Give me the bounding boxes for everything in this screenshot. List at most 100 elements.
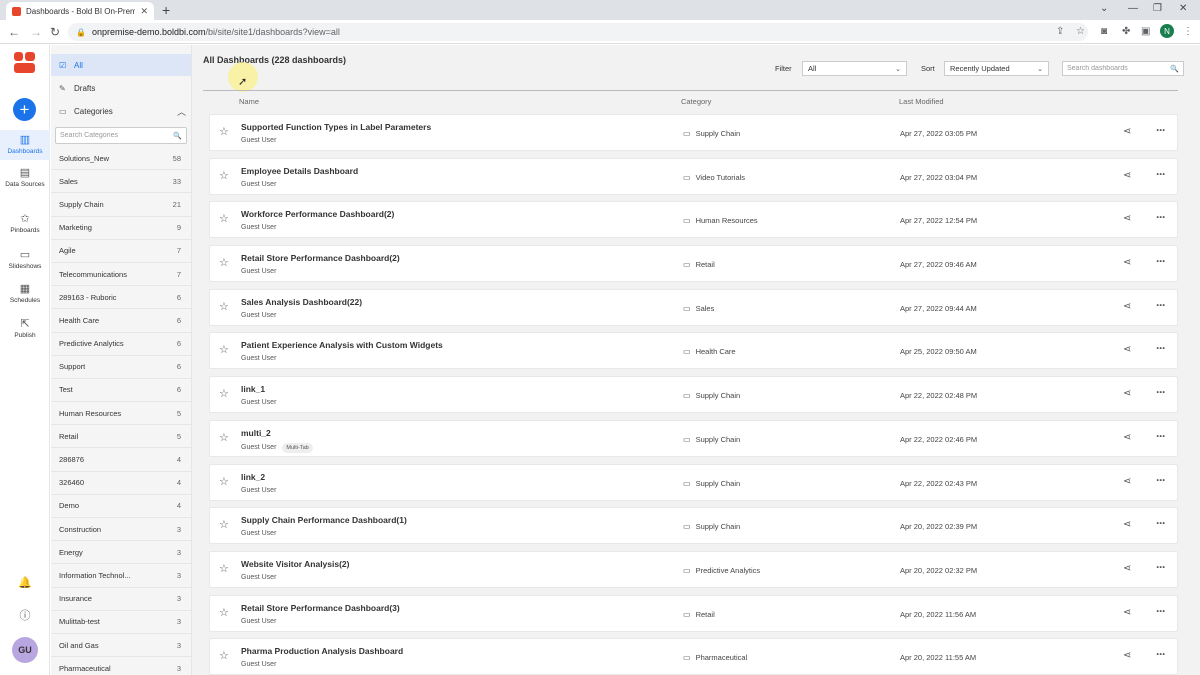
more-options-icon[interactable]: ··· bbox=[1156, 604, 1166, 618]
favorite-star-icon[interactable]: ☆ bbox=[219, 607, 229, 619]
category-item[interactable]: 326460 4 bbox=[51, 472, 191, 495]
nav-pinboards[interactable]: ✩ Pinboards bbox=[0, 212, 50, 234]
dashboard-name[interactable]: Pharma Production Analysis Dashboard bbox=[241, 646, 403, 656]
more-options-icon[interactable]: ··· bbox=[1156, 560, 1166, 574]
share-icon[interactable]: ⋖ bbox=[1123, 563, 1131, 574]
more-options-icon[interactable]: ··· bbox=[1156, 123, 1166, 137]
back-icon[interactable]: ← bbox=[8, 24, 20, 40]
dashboard-name[interactable]: Supply Chain Performance Dashboard(1) bbox=[241, 515, 407, 525]
share-icon[interactable]: ⋖ bbox=[1123, 432, 1131, 443]
share-page-icon[interactable]: ⇪ bbox=[1056, 26, 1064, 38]
nav-schedules[interactable]: ▦ Schedules bbox=[0, 282, 50, 304]
more-options-icon[interactable]: ··· bbox=[1156, 647, 1166, 661]
category-item[interactable]: Solutions_New 58 bbox=[51, 147, 191, 171]
share-icon[interactable]: ⋖ bbox=[1123, 607, 1131, 618]
category-item[interactable]: Test 6 bbox=[51, 379, 191, 403]
nav-dashboards[interactable]: ▥ Dashboards bbox=[0, 130, 50, 160]
filter-all[interactable]: ☑ All bbox=[51, 54, 191, 76]
more-options-icon[interactable]: ··· bbox=[1156, 167, 1166, 181]
favorite-star-icon[interactable]: ☆ bbox=[219, 650, 229, 662]
minimize-icon[interactable]: — bbox=[1128, 3, 1138, 14]
more-options-icon[interactable]: ··· bbox=[1156, 298, 1166, 312]
dashboard-name[interactable]: Employee Details Dashboard bbox=[241, 166, 358, 176]
share-icon[interactable]: ⋖ bbox=[1123, 213, 1131, 224]
dashboard-name[interactable]: Supported Function Types in Label Parame… bbox=[241, 122, 431, 132]
notification-bell-icon[interactable]: 🔔 bbox=[0, 576, 50, 589]
nav-publish[interactable]: ⇱ Publish bbox=[0, 317, 50, 339]
dashboard-row[interactable]: ☆ Retail Store Performance Dashboard(2) Gu… bbox=[209, 245, 1178, 283]
chevron-down-icon[interactable]: ⌄ bbox=[1100, 3, 1108, 14]
category-item[interactable]: Health Care 6 bbox=[51, 309, 191, 333]
browser-tab[interactable]: Dashboards - Bold BI On-Premise ✕ bbox=[6, 2, 154, 20]
category-item[interactable]: Human Resources 5 bbox=[51, 402, 191, 426]
column-header-last-modified[interactable]: Last Modified bbox=[899, 97, 944, 106]
profile-avatar[interactable]: N bbox=[1160, 24, 1174, 38]
extensions-icon[interactable]: ✤ bbox=[1122, 26, 1130, 38]
category-item[interactable]: Sales 33 bbox=[51, 170, 191, 194]
column-header-name[interactable]: Name bbox=[239, 97, 259, 106]
dashboard-name[interactable]: Website Visitor Analysis(2) bbox=[241, 559, 350, 569]
favorite-star-icon[interactable]: ☆ bbox=[219, 432, 229, 444]
share-icon[interactable]: ⋖ bbox=[1123, 301, 1131, 312]
close-window-icon[interactable]: ✕ bbox=[1179, 3, 1187, 14]
favorite-star-icon[interactable]: ☆ bbox=[219, 301, 229, 313]
create-new-button[interactable]: + bbox=[13, 98, 36, 121]
forward-icon[interactable]: → bbox=[30, 24, 42, 40]
more-options-icon[interactable]: ··· bbox=[1156, 516, 1166, 530]
nav-data-sources[interactable]: ▤ Data Sources bbox=[0, 166, 50, 188]
more-options-icon[interactable]: ··· bbox=[1156, 385, 1166, 399]
category-item[interactable]: Mulittab-test 3 bbox=[51, 611, 191, 634]
category-item[interactable]: 289163 - Ruboric 6 bbox=[51, 286, 191, 310]
dashboard-row[interactable]: ☆ Website Visitor Analysis(2) Guest User ▭ P… bbox=[209, 550, 1178, 588]
more-options-icon[interactable]: ··· bbox=[1156, 210, 1166, 224]
dashboard-row[interactable]: ☆ Retail Store Performance Dashboard(3) Gu… bbox=[209, 594, 1178, 632]
category-item[interactable]: Pharmaceutical 3 bbox=[51, 657, 191, 675]
share-icon[interactable]: ⋖ bbox=[1123, 650, 1131, 661]
dashboard-name[interactable]: link_1 bbox=[241, 384, 265, 394]
category-item[interactable]: Insurance 3 bbox=[51, 588, 191, 611]
menu-dots-icon[interactable]: ⋮ bbox=[1183, 26, 1193, 38]
category-item[interactable]: Oil and Gas 3 bbox=[51, 634, 191, 658]
filter-select[interactable]: All ⌄ bbox=[802, 61, 907, 76]
favorite-star-icon[interactable]: ☆ bbox=[219, 519, 229, 531]
dashboard-row[interactable]: ☆ Pharma Production Analysis Dashboard Gue… bbox=[209, 638, 1178, 675]
category-item[interactable]: Telecommunications 7 bbox=[51, 263, 191, 287]
bookmark-star-icon[interactable]: ☆ bbox=[1076, 26, 1085, 38]
share-icon[interactable]: ⋖ bbox=[1123, 344, 1131, 355]
dashboard-row[interactable]: ☆ link_1 Guest User ▭ Supply Chain Apr 22, 20… bbox=[209, 376, 1178, 414]
dashboard-name[interactable]: multi_2 bbox=[241, 428, 271, 438]
help-icon[interactable]: ⓘ bbox=[0, 607, 50, 623]
favorite-star-icon[interactable]: ☆ bbox=[219, 563, 229, 575]
category-item[interactable]: Marketing 9 bbox=[51, 217, 191, 240]
dashboard-row[interactable]: ☆ Supply Chain Performance Dashboard(1) Gu… bbox=[209, 507, 1178, 545]
sidepanel-icon[interactable]: ▣ bbox=[1141, 26, 1150, 38]
share-icon[interactable]: ⋖ bbox=[1123, 170, 1131, 181]
chevron-up-icon[interactable]: ︿ bbox=[177, 105, 186, 118]
dashboard-row[interactable]: ☆ link_2 Guest User ▭ Supply Chain Apr 22, 20… bbox=[209, 463, 1178, 501]
category-item[interactable]: Information Technol... 3 bbox=[51, 564, 191, 588]
filter-drafts[interactable]: ✎ Drafts bbox=[51, 77, 191, 99]
favorite-star-icon[interactable]: ☆ bbox=[219, 476, 229, 488]
dashboard-search-input[interactable] bbox=[1067, 65, 1171, 72]
category-item[interactable]: Retail 5 bbox=[51, 425, 191, 449]
category-item[interactable]: Energy 3 bbox=[51, 541, 191, 565]
favorite-star-icon[interactable]: ☆ bbox=[219, 344, 229, 356]
tab-close-icon[interactable]: ✕ bbox=[140, 6, 148, 17]
dashboard-row[interactable]: ☆ Patient Experience Analysis with Custom… bbox=[209, 332, 1178, 370]
dashboard-name[interactable]: Retail Store Performance Dashboard(2) bbox=[241, 253, 400, 263]
more-options-icon[interactable]: ··· bbox=[1156, 473, 1166, 487]
favorite-star-icon[interactable]: ☆ bbox=[219, 213, 229, 225]
new-tab-button[interactable]: + bbox=[162, 2, 170, 18]
favorite-star-icon[interactable]: ☆ bbox=[219, 170, 229, 182]
favorite-star-icon[interactable]: ☆ bbox=[219, 388, 229, 400]
dashboard-name[interactable]: Retail Store Performance Dashboard(3) bbox=[241, 603, 400, 613]
reload-icon[interactable]: ↻ bbox=[50, 24, 60, 40]
column-header-category[interactable]: Category bbox=[681, 97, 711, 106]
address-bar[interactable]: 🔒 onpremise-demo.boldbi.com/bi/site/site… bbox=[68, 23, 1088, 41]
more-options-icon[interactable]: ··· bbox=[1156, 429, 1166, 443]
category-item[interactable]: Supply Chain 21 bbox=[51, 193, 191, 217]
camera-icon[interactable]: ◙ bbox=[1101, 26, 1107, 38]
category-item[interactable]: Construction 3 bbox=[51, 518, 191, 542]
dashboard-name[interactable]: Sales Analysis Dashboard(22) bbox=[241, 297, 362, 307]
dashboard-row[interactable]: ☆ Supported Function Types in Label Param… bbox=[209, 114, 1178, 151]
